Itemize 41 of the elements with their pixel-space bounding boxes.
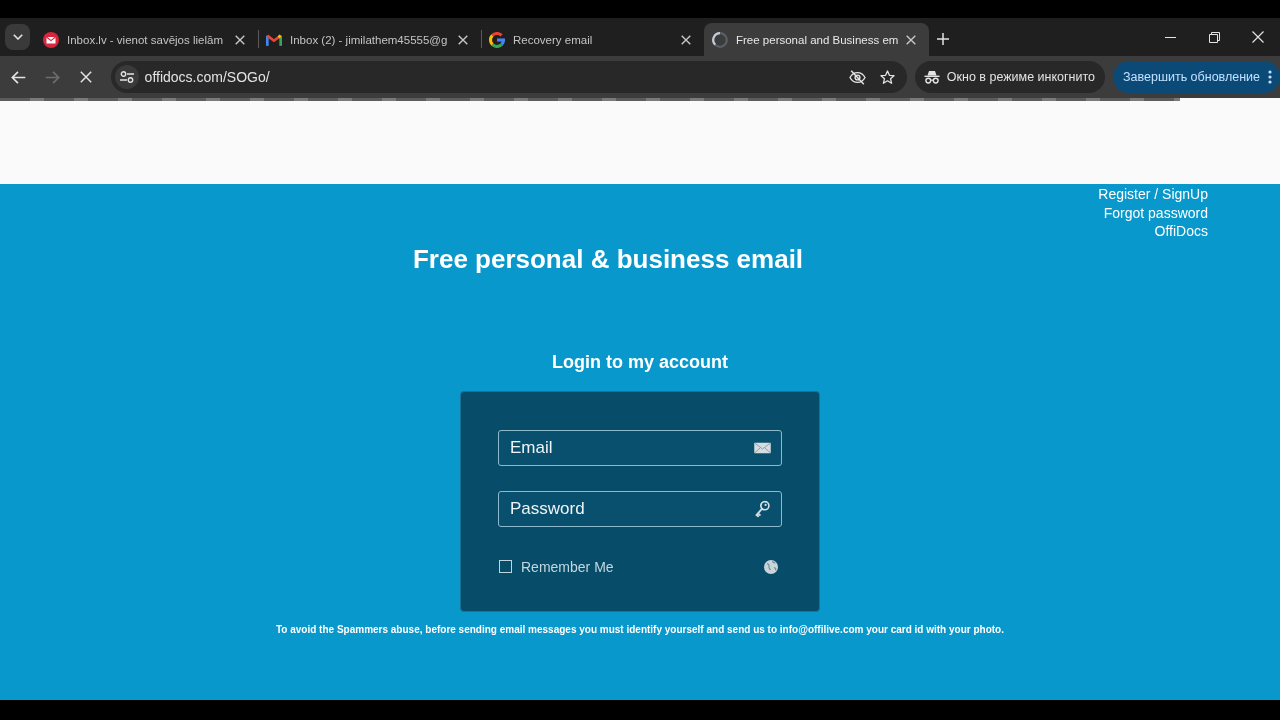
spinner-icon [712, 31, 728, 48]
browser-tab[interactable]: Inbox.lv - vienot savējos lielām [35, 23, 258, 56]
page-title: Free personal & business email [412, 243, 804, 274]
envelope-icon [43, 31, 59, 48]
sliders-icon [119, 71, 134, 83]
key-icon [755, 500, 770, 517]
plus-icon[interactable] [937, 33, 950, 45]
m-logo-icon [266, 33, 282, 46]
password-field[interactable]: Password [498, 490, 782, 527]
email-field[interactable]: Email [498, 429, 782, 466]
close-icon[interactable] [1252, 31, 1264, 43]
update-button[interactable]: Завершить обновление [1113, 61, 1280, 93]
close-icon[interactable] [235, 34, 245, 45]
close-icon[interactable] [906, 34, 917, 45]
close-icon[interactable] [458, 34, 468, 45]
envelope-icon [754, 442, 771, 453]
star-icon[interactable] [879, 69, 895, 85]
incognito-icon [923, 70, 940, 84]
remember-label[interactable]: Remember Me [521, 558, 614, 575]
address-bar[interactable]: offidocs.com/SOGo/ [110, 61, 907, 93]
close-icon[interactable] [681, 34, 691, 45]
remember-checkbox[interactable] [499, 560, 512, 573]
notice-text: To avoid the Spammers abuse, before sending email messages you must identify yourself and send us to info@offilive.com your card id with your photo. [275, 622, 1004, 636]
chevron-down-icon [12, 34, 23, 40]
cross-icon[interactable] [79, 71, 92, 83]
login-heading: Login to my account [552, 350, 728, 373]
globe-icon[interactable] [764, 559, 778, 574]
tab-search-button[interactable] [5, 24, 30, 50]
restore-icon[interactable] [1208, 31, 1220, 43]
browser-tab[interactable]: Recovery email [481, 23, 704, 56]
minimize-icon[interactable] [1164, 36, 1176, 38]
site-info-button[interactable] [114, 65, 139, 89]
browser-tab[interactable]: Inbox (2) - jimilathem45555@g [258, 23, 481, 56]
kebab-menu-icon [1268, 70, 1272, 84]
incognito-label: Окно в режиме инкогнито [946, 70, 1095, 84]
browser-tab[interactable]: Free personal and Business em [704, 23, 930, 56]
back-arrow-icon[interactable] [11, 70, 27, 84]
eye-slash-icon[interactable] [848, 69, 866, 85]
g-logo-icon [489, 31, 505, 48]
url-text[interactable]: offidocs.com/SOGo/ [144, 69, 842, 85]
incognito-indicator[interactable]: Окно в режиме инкогнито [914, 61, 1105, 93]
